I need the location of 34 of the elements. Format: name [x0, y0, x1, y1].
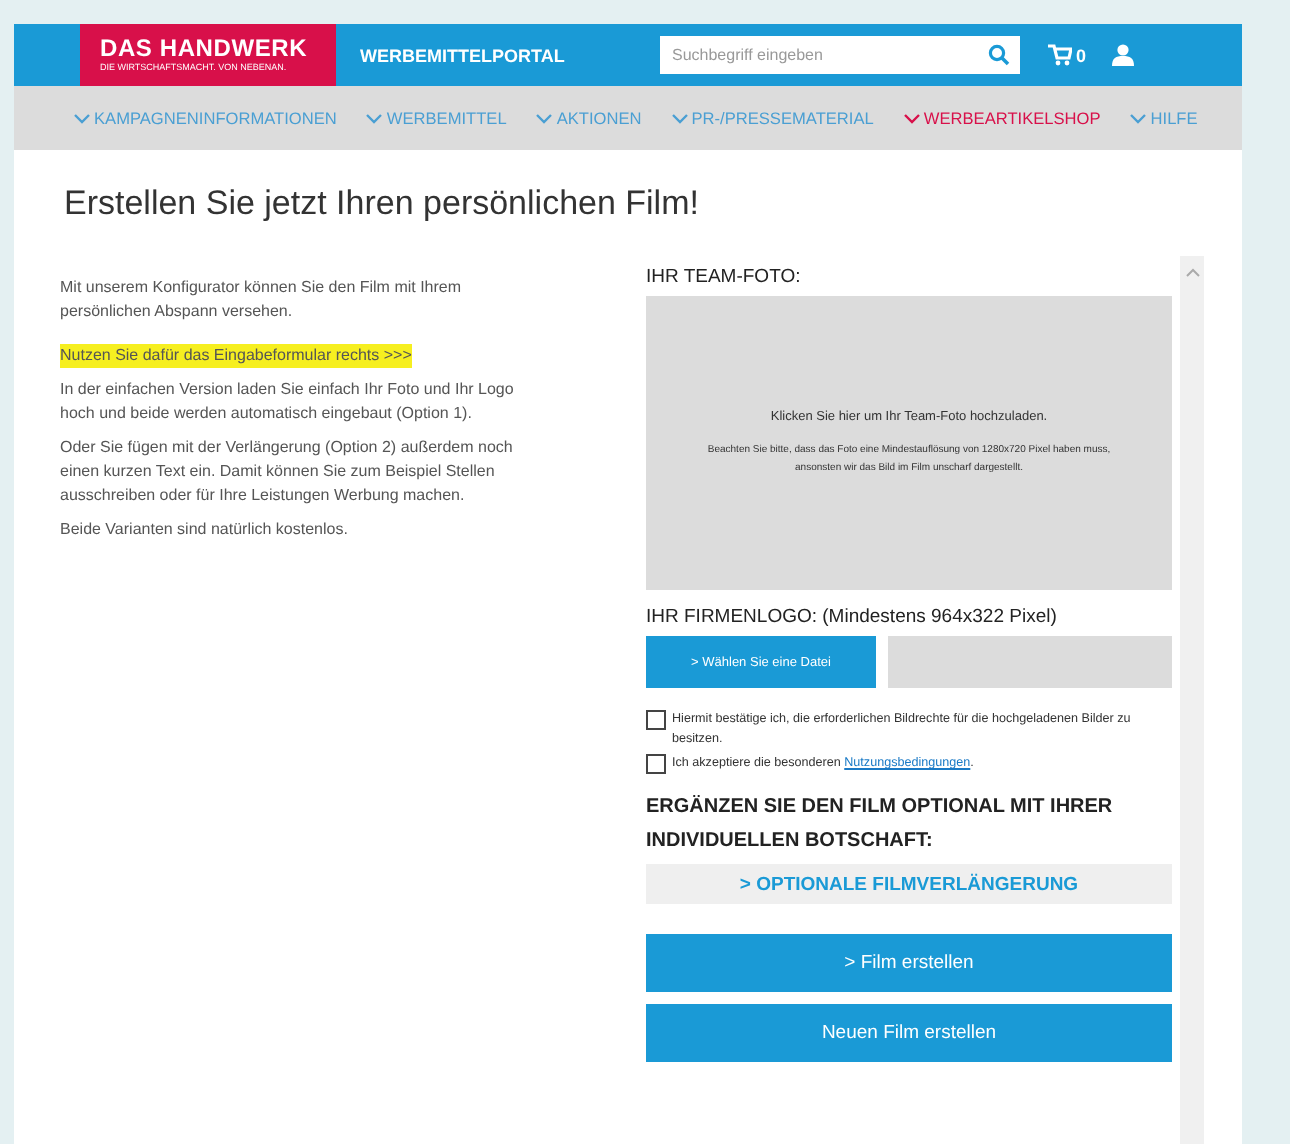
section-heading: IHR TEAM-FOTO:: [646, 266, 803, 288]
nav-item[interactable]: HILFE: [1130, 108, 1198, 128]
paragraph: Oder Sie fügen mit der Verlängerung (Option 2) außerdem noch einen kurzen Text ein. Damit können Sie zum Beispiel Stellen ausschreiben oder für Ihre Leistungen Werbung machen.: [60, 436, 515, 508]
paragraph: In der einfachen Version laden Sie einfach Ihr Foto und Ihr Logo hoch und beide werden automatisch eingebaut (Option 1).: [60, 378, 516, 426]
nav-item[interactable]: AKTIONEN: [536, 108, 642, 128]
search-field[interactable]: Suchbegriff eingeben: [659, 36, 980, 74]
chevron-down-icon: [74, 113, 90, 123]
portal-link[interactable]: WERBEMITTELPORTAL: [360, 45, 565, 65]
chevron-down-icon: [1130, 113, 1147, 123]
cart-icon[interactable]: [1047, 44, 1072, 66]
chevron-down-icon: [536, 113, 553, 123]
page-title: Erstellen Sie jetzt Ihren persönlichen Film!: [64, 184, 701, 224]
checkbox[interactable]: [646, 754, 666, 774]
paragraph: Nutzen Sie dafür das Eingabeformular rechts >>>: [60, 344, 412, 368]
action-button[interactable]: > Film erstellen: [646, 934, 1172, 992]
scroll-up-icon[interactable]: [1185, 268, 1199, 278]
scrollbar[interactable]: [1180, 256, 1204, 1144]
user-icon[interactable]: [1112, 44, 1134, 66]
chevron-down-icon: [903, 113, 920, 123]
nav-item[interactable]: KAMPAGNENINFORMATIONEN: [74, 108, 337, 128]
nav-item[interactable]: WERBEMITTEL: [366, 108, 507, 128]
search-icon[interactable]: [979, 36, 1020, 74]
section-heading: ERGÄNZEN SIE DEN FILM OPTIONAL MIT IHRER INDIVIDUELLEN BOTSCHAFT:: [646, 793, 1115, 856]
extension-button[interactable]: > OPTIONALE FILMVERLÄNGERUNG: [646, 864, 1172, 904]
section-heading: IHR FIRMENLOGO: (Mindestens 964x322 Pixel): [646, 606, 1059, 628]
action-button[interactable]: Neuen Film erstellen: [646, 1004, 1172, 1062]
nav-item[interactable]: WERBEARTIKELSHOP: [903, 108, 1101, 128]
chevron-down-icon: [671, 113, 688, 123]
nav-item[interactable]: PR-/PRESSEMATERIAL: [671, 108, 874, 128]
chevron-down-icon: [366, 113, 383, 123]
cart-count: 0: [1075, 45, 1086, 65]
checkbox[interactable]: [646, 710, 666, 730]
paragraph: Beide Varianten sind natürlich kostenlos.: [60, 518, 350, 542]
paragraph: Mit unserem Konfigurator können Sie den Film mit Ihrem persönlichen Abspann versehen.: [60, 276, 464, 324]
